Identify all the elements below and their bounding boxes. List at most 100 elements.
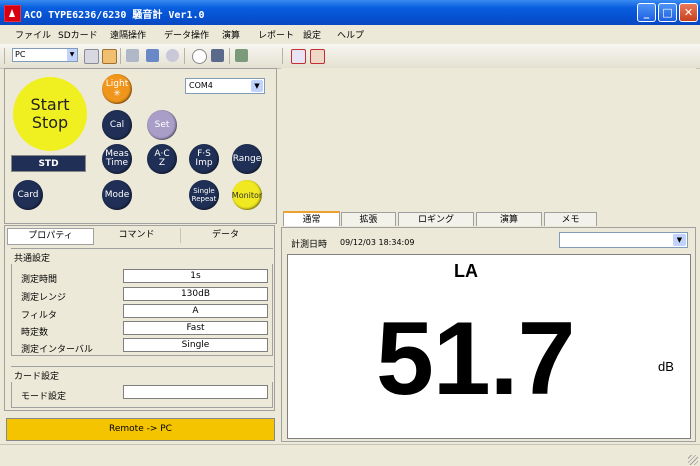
start-stop-label: Start Stop xyxy=(30,96,69,132)
level-display: LA 51.7 dB xyxy=(287,254,691,439)
range-label: Range xyxy=(232,153,262,164)
close-icon: ✕ xyxy=(683,6,694,19)
folder-icon[interactable] xyxy=(102,49,117,64)
light-label: Light xyxy=(105,79,129,89)
menu-calc[interactable]: 演算 xyxy=(222,28,240,41)
tab-data[interactable]: データ xyxy=(181,228,270,243)
tab-commands[interactable]: コマンド xyxy=(93,228,181,243)
time-label: Time xyxy=(105,158,128,168)
single-repeat-button[interactable]: Single Repeat xyxy=(189,180,219,210)
meas-interval-field[interactable]: Single xyxy=(123,338,268,352)
stop-label: Stop xyxy=(31,113,69,132)
monitor-label: Monitor xyxy=(231,190,263,200)
close-button[interactable]: ✕ xyxy=(679,3,698,22)
document-icon[interactable] xyxy=(84,49,99,64)
divider xyxy=(11,248,273,249)
device-select[interactable]: PC ▼ xyxy=(12,48,78,62)
menu-data[interactable]: データ操作 xyxy=(164,28,209,41)
tab-calc[interactable]: 演算 xyxy=(476,212,542,226)
time-constant-field[interactable]: Fast xyxy=(123,321,268,335)
zoom-icon[interactable] xyxy=(166,49,179,62)
title-bar[interactable]: ACO TYPE6236/6230 騒音計 Ver1.0 _ □ ✕ xyxy=(0,0,700,25)
chart-icon[interactable] xyxy=(235,49,248,62)
tab-logging[interactable]: ロギング xyxy=(398,212,474,226)
remote-to-pc-button[interactable]: Remote -> PC xyxy=(6,418,275,441)
date-value: 09/12/03 18:34:09 xyxy=(340,238,415,247)
card-button[interactable]: Card xyxy=(13,180,43,210)
com-port-select[interactable]: COM4 ▼ xyxy=(185,78,265,94)
unit-label: dB xyxy=(658,359,674,374)
display-tabs: 通常 拡張 ロギング 演算 メモ xyxy=(281,211,696,227)
divider xyxy=(11,366,273,367)
toolbar-grip xyxy=(4,48,5,64)
report-icon[interactable] xyxy=(310,49,325,64)
workspace-area xyxy=(281,68,696,210)
app-icon xyxy=(4,5,21,22)
start-stop-button[interactable]: Start Stop xyxy=(13,77,87,151)
light-icon: ✳ xyxy=(113,89,121,99)
mode-label: Mode xyxy=(104,189,130,200)
minimize-button[interactable]: _ xyxy=(637,3,656,22)
menu-settings[interactable]: 設定 xyxy=(303,28,321,41)
chevron-down-icon: ▼ xyxy=(251,80,263,92)
single-label: Single xyxy=(193,187,215,195)
repeat-label: Repeat xyxy=(191,195,217,203)
meas-time-button[interactable]: Meas Time xyxy=(102,144,132,174)
toolbar-separator xyxy=(120,48,121,64)
tab-memo[interactable]: メモ xyxy=(544,212,597,226)
menu-report[interactable]: レポート xyxy=(258,28,294,41)
menu-remote[interactable]: 遠隔操作 xyxy=(110,28,146,41)
card-settings-label: カード設定 xyxy=(14,372,60,382)
set-label: Set xyxy=(154,119,170,130)
property-panel: プロパティ コマンド データ 共通設定 測定時間 1s 測定レンジ 130dB … xyxy=(4,225,275,411)
play-icon[interactable] xyxy=(192,49,207,64)
set-button[interactable]: Set xyxy=(147,110,177,140)
monitor-icon[interactable] xyxy=(211,49,224,62)
menu-file[interactable]: ファイル xyxy=(15,28,51,41)
display-select[interactable]: ▼ xyxy=(559,232,688,248)
maximize-icon: □ xyxy=(662,6,673,19)
chevron-down-icon: ▼ xyxy=(67,49,77,61)
imp-label: Imp xyxy=(195,158,213,168)
cal-button[interactable]: Cal xyxy=(102,110,132,140)
window-title: ACO TYPE6236/6230 騒音計 Ver1.0 xyxy=(24,10,205,21)
meas-range-label: 測定レンジ xyxy=(21,293,67,303)
date-label: 計測日時 xyxy=(291,240,328,250)
toolbar-grip xyxy=(282,48,283,64)
time-constant-label: 時定数 xyxy=(21,328,49,338)
pipette-icon[interactable] xyxy=(146,49,159,62)
mode-button[interactable]: Mode xyxy=(102,180,132,210)
z-label: Z xyxy=(158,158,166,168)
toolbar-separator xyxy=(184,48,185,64)
mode-setting-label: モード設定 xyxy=(21,392,67,402)
control-panel: Start Stop Light ✳ COM4 ▼ Cal Set STD Meas… xyxy=(4,68,277,224)
std-display: STD xyxy=(11,155,86,172)
pen-icon[interactable] xyxy=(126,49,139,62)
tab-properties[interactable]: プロパティ xyxy=(7,228,94,245)
mode-setting-field[interactable] xyxy=(123,385,268,399)
meas-interval-label: 測定インターバル xyxy=(21,345,93,355)
level-value: 51.7 xyxy=(376,301,575,417)
chevron-down-icon: ▼ xyxy=(673,234,686,246)
export-icon[interactable] xyxy=(291,49,306,64)
light-button[interactable]: Light ✳ xyxy=(102,74,132,104)
meas-range-field[interactable]: 130dB xyxy=(123,287,268,301)
menu-help[interactable]: ヘルプ xyxy=(337,28,364,41)
range-button[interactable]: Range xyxy=(232,144,262,174)
filter-field[interactable]: A xyxy=(123,304,268,318)
tab-extended[interactable]: 拡張 xyxy=(341,212,396,226)
menu-sdcard[interactable]: SDカード xyxy=(58,28,98,41)
ac-z-button[interactable]: A·C Z xyxy=(147,144,177,174)
weighting-label: LA xyxy=(454,261,478,281)
common-settings-label: 共通設定 xyxy=(14,254,51,264)
tab-normal[interactable]: 通常 xyxy=(283,211,340,226)
maximize-button[interactable]: □ xyxy=(658,3,677,22)
fs-imp-button[interactable]: F·S Imp xyxy=(189,144,219,174)
meas-time-field[interactable]: 1s xyxy=(123,269,268,283)
toolbar: PC ▼ xyxy=(0,44,700,69)
resize-grip-icon[interactable] xyxy=(688,455,698,465)
device-select-value: PC xyxy=(15,50,26,59)
card-label: Card xyxy=(17,189,39,200)
monitor-button[interactable]: Monitor xyxy=(232,180,262,210)
toolbar-separator xyxy=(229,48,230,64)
